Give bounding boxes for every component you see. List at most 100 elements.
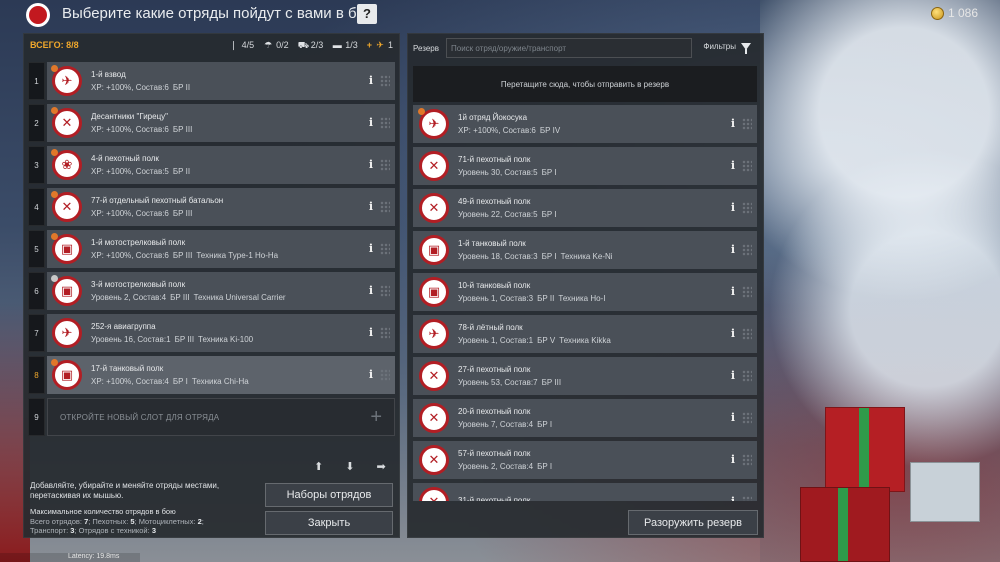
- info-icon[interactable]: i: [731, 453, 735, 466]
- drag-handle-icon[interactable]: [380, 285, 390, 297]
- squad-stats-text: Уровень 2, Состав:4: [458, 462, 534, 471]
- squad-slot[interactable]: 4 ✕ 77-й отдельный пехотный батальон XP: +1…: [28, 188, 395, 226]
- drag-handle-icon[interactable]: [380, 159, 390, 171]
- drag-handle-icon[interactable]: [742, 412, 752, 424]
- squad-text: 1й отряд Йокосука XP: +100%, Состав:6 БР I…: [458, 113, 560, 135]
- squad-card[interactable]: ✕ Десантники "Гирецу" XP: +100%, Состав:6 Б…: [47, 104, 395, 142]
- info-icon[interactable]: i: [369, 74, 373, 87]
- squad-text: 1-й мотострелковый полк XP: +100%, Состав…: [91, 238, 278, 260]
- drag-handle-icon[interactable]: [380, 243, 390, 255]
- arrow-down-icon[interactable]: ⬇: [345, 460, 354, 473]
- info-icon[interactable]: i: [369, 284, 373, 297]
- drag-handle-icon[interactable]: [380, 369, 390, 381]
- reserve-squad-card[interactable]: ▣ 10-й танковый полк Уровень 1, Состав:3 БР…: [413, 273, 757, 311]
- info-icon[interactable]: i: [369, 368, 373, 381]
- battle-rating: БР V: [537, 336, 556, 345]
- info-icon[interactable]: i: [369, 242, 373, 255]
- reserve-squad-card[interactable]: ✈ 1й отряд Йокосука XP: +100%, Состав:6 БР …: [413, 105, 757, 143]
- squad-slot[interactable]: 3 ❀ 4-й пехотный полк XP: +100%, Состав:5 БР…: [28, 146, 395, 184]
- squad-name: 31-й пехотный полк: [458, 495, 531, 502]
- header: Выберите какие отряды пойдут с вами в бо…: [0, 0, 1000, 30]
- drag-handle-icon[interactable]: [380, 75, 390, 87]
- squad-presets-button[interactable]: Наборы отрядов: [265, 483, 393, 507]
- drag-handle-icon[interactable]: [380, 201, 390, 213]
- squad-counter: + ✈ 1: [367, 40, 393, 50]
- unlock-slot-card[interactable]: ОТКРОЙТЕ НОВЫЙ СЛОТ ДЛЯ ОТРЯДА +: [47, 398, 395, 436]
- squad-slot[interactable]: 6 ▣ 3-й мотострелковый полк Уровень 2, Сост…: [28, 272, 395, 310]
- squad-card[interactable]: ▣ 3-й мотострелковый полк Уровень 2, Соста…: [47, 272, 395, 310]
- squad-name: 10-й танковый полк: [458, 281, 531, 290]
- drag-handle-icon[interactable]: [742, 454, 752, 466]
- info-icon[interactable]: i: [369, 158, 373, 171]
- reserve-squad-card[interactable]: ✕ 20-й пехотный полк Уровень 7, Состав:4 БР…: [413, 399, 757, 437]
- info-icon[interactable]: i: [731, 159, 735, 172]
- drag-handle-icon[interactable]: [380, 117, 390, 129]
- squad-emblem-icon: ✈: [51, 65, 82, 96]
- squad-card[interactable]: ✕ 77-й отдельный пехотный батальон XP: +10…: [47, 188, 395, 226]
- arrow-up-icon[interactable]: ⬆: [314, 460, 323, 473]
- squad-slot[interactable]: 5 ▣ 1-й мотострелковый полк XP: +100%, Сост…: [28, 230, 395, 268]
- page-title: Выберите какие отряды пойдут с вами в бо…: [62, 5, 374, 22]
- squad-emblem-icon: ❀: [51, 149, 82, 180]
- battle-rating: БР III: [541, 378, 562, 387]
- reserve-squad-card[interactable]: ✕ 31-й пехотный полк i: [413, 483, 757, 501]
- squad-name: 77-й отдельный пехотный батальон: [91, 196, 224, 205]
- info-icon[interactable]: i: [731, 369, 735, 382]
- info-icon[interactable]: i: [731, 327, 735, 340]
- squad-stats-text: Уровень 1, Состав:1: [458, 336, 534, 345]
- squad-slot[interactable]: 8 ▣ 17-й танковый полк XP: +100%, Состав:4 Б…: [28, 356, 395, 394]
- reserve-drop-zone[interactable]: Перетащите сюда, чтобы отправить в резер…: [413, 66, 757, 102]
- drag-handle-icon[interactable]: [742, 496, 752, 501]
- info-icon[interactable]: i: [731, 411, 735, 424]
- squad-stats: Уровень 1, Состав:1 БР V Техника Kikka: [458, 336, 611, 345]
- close-button[interactable]: Закрыть: [265, 511, 393, 535]
- squad-card[interactable]: ✈ 252-я авиагруппа Уровень 16, Состав:1 БР …: [47, 314, 395, 352]
- drag-handle-icon[interactable]: [742, 328, 752, 340]
- squad-text: 78-й лётный полк Уровень 1, Состав:1 БР VТ…: [458, 323, 611, 345]
- reserve-squad-card[interactable]: ✕ 49-й пехотный полк Уровень 22, Состав:5 Б…: [413, 189, 757, 227]
- reserve-squad-card[interactable]: ✈ 78-й лётный полк Уровень 1, Состав:1 БР V…: [413, 315, 757, 353]
- squad-card[interactable]: ▣ 17-й танковый полк XP: +100%, Состав:4 БР…: [47, 356, 395, 394]
- reserve-squad-card[interactable]: ✕ 71-й пехотный полк Уровень 30, Состав:5 Б…: [413, 147, 757, 185]
- squad-card[interactable]: ▣ 1-й мотострелковый полк XP: +100%, Соста…: [47, 230, 395, 268]
- plus-icon[interactable]: +: [370, 407, 382, 427]
- squad-card[interactable]: ❀ 4-й пехотный полк XP: +100%, Состав:5 БР …: [47, 146, 395, 184]
- help-button[interactable]: ?: [357, 4, 377, 24]
- disarm-reserve-button[interactable]: Разоружить резерв: [628, 510, 758, 535]
- info-icon[interactable]: i: [731, 117, 735, 130]
- drag-handle-icon[interactable]: [742, 370, 752, 382]
- reserve-squad-card[interactable]: ✕ 57-й пехотный полк Уровень 2, Состав:4 БР…: [413, 441, 757, 479]
- empty-squad-slot[interactable]: 9 ОТКРОЙТЕ НОВЫЙ СЛОТ ДЛЯ ОТРЯДА +: [28, 398, 395, 436]
- drag-handle-icon[interactable]: [742, 244, 752, 256]
- squad-stats: Уровень 53, Состав:7 БР III: [458, 378, 561, 387]
- drag-handle-icon[interactable]: [742, 286, 752, 298]
- drag-handle-icon[interactable]: [742, 202, 752, 214]
- squad-text: 4-й пехотный полк XP: +100%, Состав:5 БР I…: [91, 154, 190, 176]
- battle-rating: БР III: [172, 209, 193, 218]
- drag-handle-icon[interactable]: [742, 118, 752, 130]
- coin-amount: 1 086: [947, 6, 978, 20]
- info-icon[interactable]: i: [731, 243, 735, 256]
- info-icon[interactable]: i: [731, 201, 735, 214]
- squad-name: 57-й пехотный полк: [458, 449, 531, 458]
- reserve-squad-card[interactable]: ▣ 1-й танковый полк Уровень 18, Состав:3 БР…: [413, 231, 757, 269]
- squad-card[interactable]: ✈ 1-й взвод XP: +100%, Состав:6 БР II i: [47, 62, 395, 100]
- search-input[interactable]: [446, 38, 692, 58]
- background-gift: [825, 407, 905, 492]
- filters-button[interactable]: Фильтры: [703, 42, 751, 54]
- info-icon[interactable]: i: [369, 326, 373, 339]
- squad-slot[interactable]: 7 ✈ 252-я авиагруппа Уровень 16, Состав:1 БР…: [28, 314, 395, 352]
- squad-slot[interactable]: 1 ✈ 1-й взвод XP: +100%, Состав:6 БР II i: [28, 62, 395, 100]
- squad-slot[interactable]: 2 ✕ Десантники "Гирецу" XP: +100%, Состав:6…: [28, 104, 395, 142]
- reserve-squad-card[interactable]: ✕ 27-й пехотный полк Уровень 53, Состав:7 Б…: [413, 357, 757, 395]
- reserve-list[interactable]: ✈ 1й отряд Йокосука XP: +100%, Состав:6 БР …: [413, 105, 757, 501]
- premium-badge-icon: [51, 107, 58, 114]
- premium-badge-icon: [51, 359, 58, 366]
- info-icon[interactable]: i: [731, 285, 735, 298]
- info-icon[interactable]: i: [369, 116, 373, 129]
- drag-handle-icon[interactable]: [380, 327, 390, 339]
- arrow-right-icon[interactable]: ➡: [376, 460, 385, 473]
- info-icon[interactable]: i: [369, 200, 373, 213]
- info-icon[interactable]: i: [731, 495, 735, 501]
- drag-handle-icon[interactable]: [742, 160, 752, 172]
